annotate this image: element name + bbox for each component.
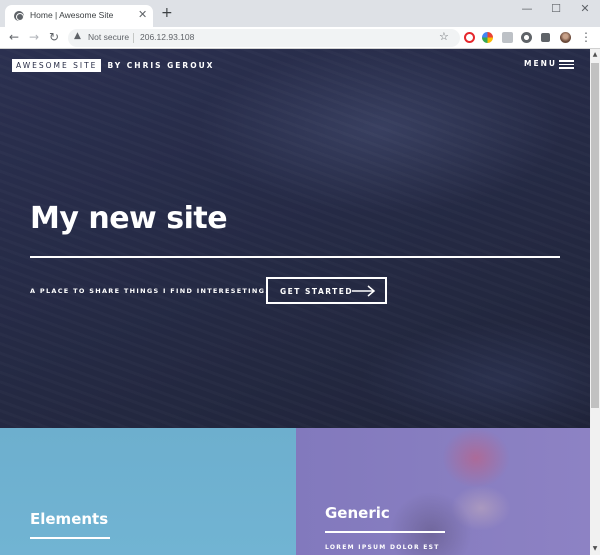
get-started-button[interactable]: GET STARTED	[266, 277, 387, 304]
back-button[interactable]: ←	[7, 30, 21, 44]
scroll-thumb[interactable]	[591, 63, 599, 408]
profile-avatar[interactable]	[560, 32, 571, 43]
menu-button[interactable]: MENU	[524, 59, 557, 68]
hero-subtitle: A PLACE TO SHARE THINGS I FIND INTERESET…	[30, 287, 270, 295]
tile-title: Elements	[30, 510, 109, 528]
browser-toolbar: ← → ↻ ▲ Not secure 206.12.93.108 ☆ ⋮	[0, 27, 600, 49]
tile-generic[interactable]: Generic LOREM IPSUM DOLOR EST	[296, 428, 590, 555]
puzzle-extensions-icon[interactable]	[541, 33, 550, 42]
colorful-extension-icon[interactable]	[482, 32, 493, 43]
globe-icon	[14, 11, 24, 21]
tile-subtitle: LOREM IPSUM DOLOR EST	[325, 544, 440, 551]
browser-chrome: Home | Awesome Site ✕ + — ☐ ✕ ← → ↻ ▲ No…	[0, 0, 600, 49]
close-window-button[interactable]: ✕	[570, 2, 600, 20]
scroll-up-icon[interactable]: ▲	[590, 49, 600, 61]
url-separator	[133, 33, 134, 43]
hero-divider	[30, 256, 560, 258]
site-logo[interactable]: AWESOME SITE BY CHRIS GEROUX	[12, 59, 214, 72]
logo-byline: BY CHRIS GEROUX	[107, 61, 215, 70]
circle-extension-icon[interactable]	[521, 32, 532, 43]
warning-icon: ▲	[74, 31, 81, 41]
address-bar[interactable]: ▲ Not secure 206.12.93.108 ☆	[68, 29, 460, 47]
tiles-section: Elements Generic LOREM IPSUM DOLOR EST	[0, 428, 590, 555]
page-scrollbar[interactable]: ▲ ▼	[590, 49, 600, 555]
hero-title: My new site	[30, 201, 228, 236]
url-text[interactable]: 206.12.93.108	[140, 32, 194, 42]
reload-button[interactable]: ↻	[47, 30, 61, 44]
bookmark-star-icon[interactable]: ☆	[439, 30, 449, 43]
tab-title: Home | Awesome Site	[30, 10, 114, 20]
gray-extension-icon[interactable]	[502, 32, 513, 43]
site-header: AWESOME SITE BY CHRIS GEROUX MENU	[0, 49, 590, 80]
tile-divider	[30, 537, 110, 539]
new-tab-button[interactable]: +	[161, 6, 173, 20]
scroll-down-icon[interactable]: ▼	[590, 543, 600, 555]
tile-divider	[325, 531, 445, 533]
arrow-right-icon	[352, 285, 376, 297]
tile-title: Generic	[325, 504, 390, 522]
tab-bar: Home | Awesome Site ✕ + — ☐ ✕	[0, 0, 600, 27]
get-started-label: GET STARTED	[280, 287, 354, 296]
page-viewport: AWESOME SITE BY CHRIS GEROUX MENU My new…	[0, 49, 590, 555]
tab-close-icon[interactable]: ✕	[138, 8, 147, 21]
tile-elements[interactable]: Elements	[0, 428, 296, 555]
maximize-button[interactable]: ☐	[541, 2, 571, 20]
forward-button[interactable]: →	[27, 30, 41, 44]
opera-extension-icon[interactable]	[464, 32, 475, 43]
browser-tab[interactable]: Home | Awesome Site ✕	[5, 5, 153, 27]
browser-menu-button[interactable]: ⋮	[579, 30, 593, 44]
hamburger-icon[interactable]	[559, 60, 574, 69]
security-label[interactable]: Not secure	[88, 32, 129, 42]
logo-box: AWESOME SITE	[12, 59, 102, 72]
hero-banner: AWESOME SITE BY CHRIS GEROUX MENU My new…	[0, 49, 590, 428]
minimize-button[interactable]: —	[512, 2, 542, 20]
